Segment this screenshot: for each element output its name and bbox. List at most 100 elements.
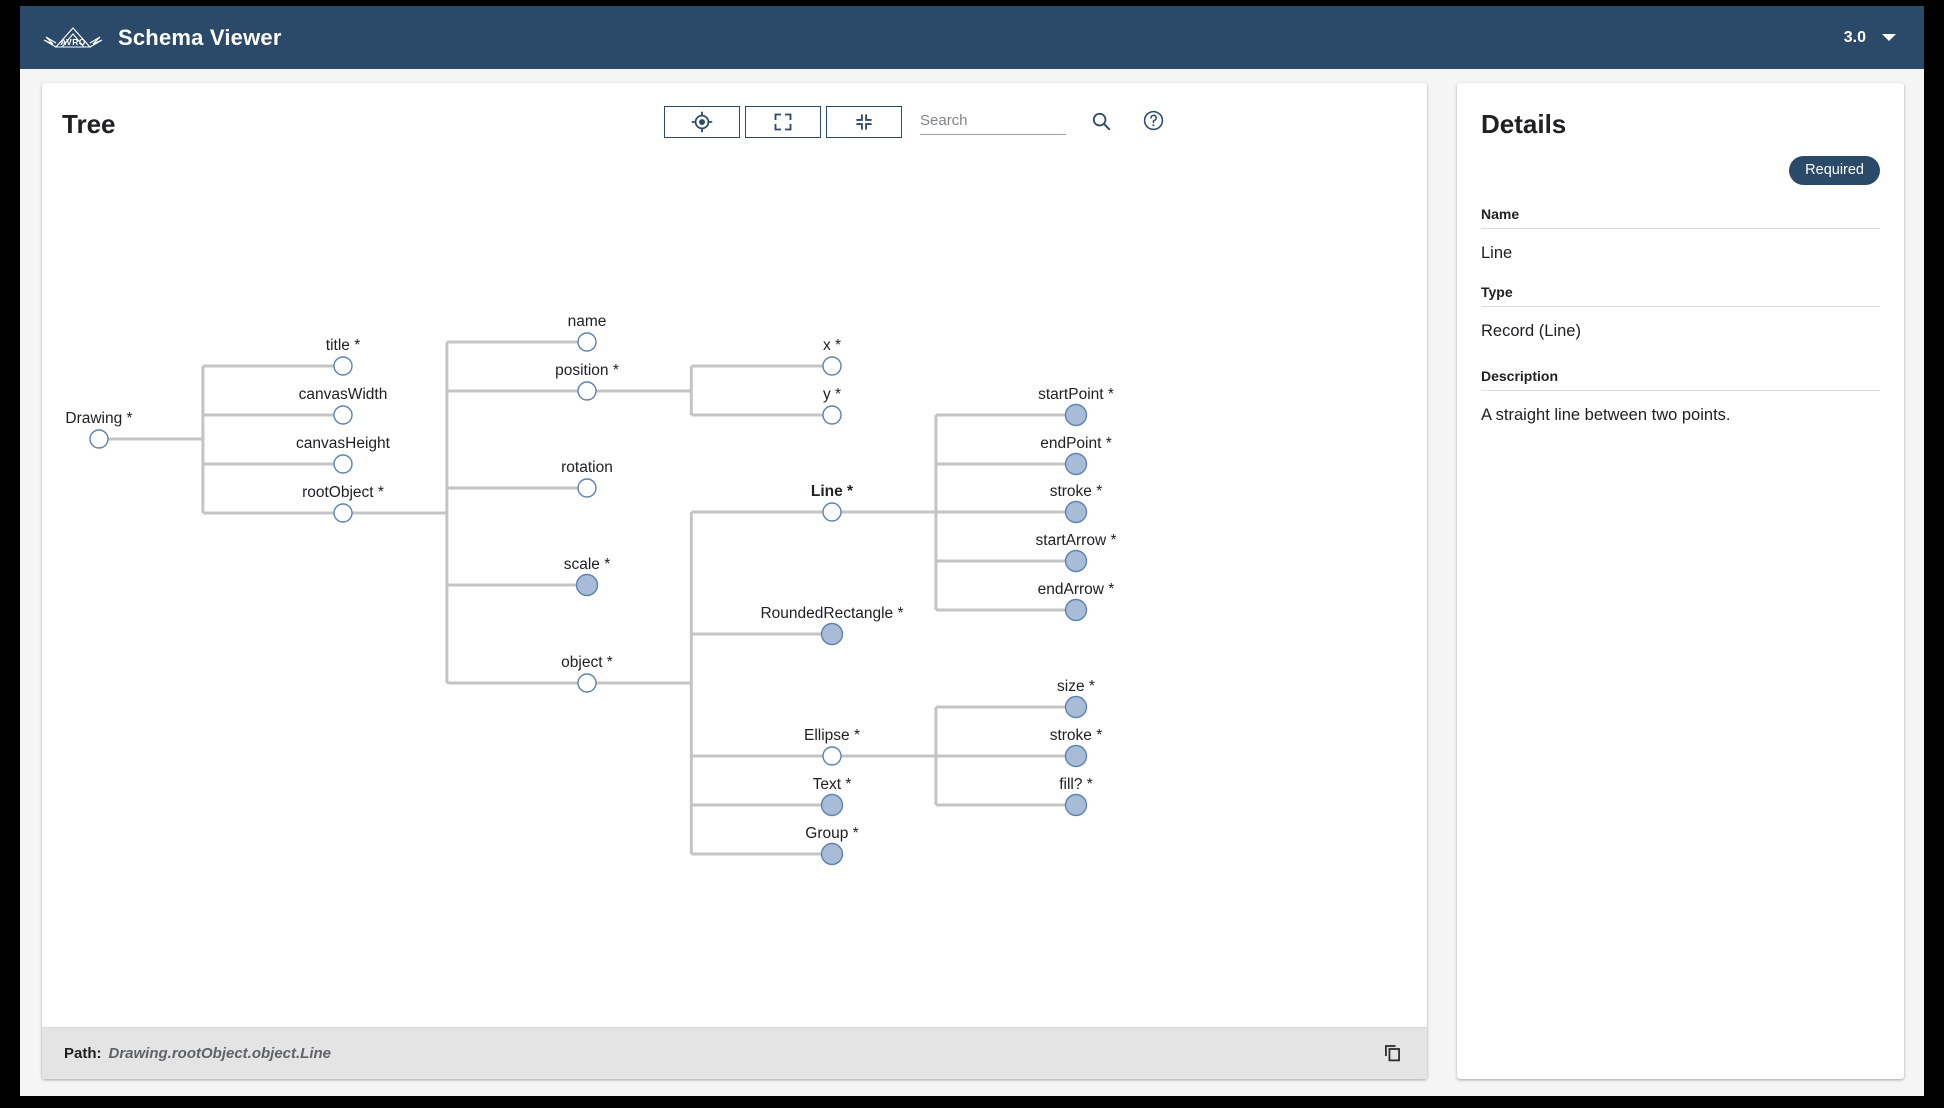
tree-node-label: canvasHeight [296, 435, 391, 452]
tree-node-label: object * [561, 654, 613, 671]
tree-node-circle[interactable] [1066, 502, 1087, 523]
copy-path-button[interactable] [1375, 1037, 1409, 1071]
tree-node-rotation[interactable]: rotation [561, 459, 613, 497]
tree-node-object[interactable]: object * [561, 654, 613, 692]
tree-node-circle[interactable] [334, 357, 352, 375]
tree-node-circle[interactable] [90, 430, 108, 448]
tree-node-endArrow[interactable]: endArrow * [1038, 581, 1115, 621]
tree-node-x[interactable]: x * [823, 337, 841, 375]
details-field-description: Description A straight line between two … [1481, 368, 1880, 425]
tree-node-label: size * [1057, 678, 1095, 695]
tree-node-circle[interactable] [822, 624, 843, 645]
tree-node-name[interactable]: name [568, 313, 607, 351]
copy-icon [1382, 1042, 1403, 1066]
details-field-type: Type Record (Line) [1481, 284, 1880, 341]
tree-node-fill[interactable]: fill? * [1059, 776, 1093, 816]
tree-node-size[interactable]: size * [1057, 678, 1095, 718]
tree-node-stroke2[interactable]: stroke * [1050, 727, 1103, 767]
tree-node-label: name [568, 313, 607, 330]
center-view-button[interactable] [664, 106, 740, 138]
tree-node-circle[interactable] [578, 382, 596, 400]
tree-node-circle[interactable] [823, 747, 841, 765]
tree-node-rootObject[interactable]: rootObject * [302, 484, 384, 522]
path-value: Drawing.rootObject.object.Line [109, 1045, 332, 1062]
path-label: Path: [64, 1045, 102, 1062]
tree-node-circle[interactable] [823, 406, 841, 424]
tree-node-circle[interactable] [1066, 600, 1087, 621]
collapse-all-button[interactable] [826, 106, 902, 138]
tree-links-layer [108, 342, 1067, 854]
tree-node-Ellipse[interactable]: Ellipse * [804, 727, 860, 765]
status-badge: Required [1789, 156, 1880, 185]
tree-node-label: Drawing * [65, 410, 132, 427]
tree-panel: Tree [42, 83, 1427, 1079]
tree-node-circle[interactable] [822, 844, 843, 865]
tree-node-title[interactable]: title * [326, 337, 360, 375]
tree-node-label: fill? * [1059, 776, 1093, 793]
tree-node-position[interactable]: position * [555, 362, 619, 400]
tree-node-canvasWidth[interactable]: canvasWidth [299, 386, 388, 424]
tree-node-canvasHeight[interactable]: canvasHeight [296, 435, 391, 473]
avro-wings-logo-icon: AVRO [42, 21, 104, 55]
tree-node-startPoint[interactable]: startPoint * [1038, 386, 1114, 426]
tree-node-circle[interactable] [1066, 746, 1087, 767]
tree-graph[interactable]: Drawing * title * canvasWidth canvasHeight r… [42, 161, 1427, 1027]
tree-toolbar [664, 105, 1170, 139]
tree-node-circle[interactable] [578, 479, 596, 497]
tree-node-Line[interactable]: Line * [811, 483, 854, 521]
tree-node-circle[interactable] [577, 575, 598, 596]
tree-node-stroke[interactable]: stroke * [1050, 483, 1103, 523]
tree-node-label: Ellipse * [804, 727, 860, 744]
tree-node-circle[interactable] [334, 406, 352, 424]
version-label: 3.0 [1844, 29, 1866, 47]
tree-node-Text[interactable]: Text * [813, 776, 852, 816]
tree-node-circle[interactable] [1066, 454, 1087, 475]
tree-node-circle[interactable] [1066, 697, 1087, 718]
tree-node-label: endArrow * [1038, 581, 1115, 598]
tree-nodes-layer: Drawing * title * canvasWidth canvasHeight r… [65, 313, 1116, 865]
svg-text:AVRO: AVRO [60, 37, 86, 47]
tree-node-Drawing[interactable]: Drawing * [65, 410, 132, 448]
tree-node-circle[interactable] [578, 333, 596, 351]
field-value: Record (Line) [1481, 307, 1880, 341]
tree-node-label: startArrow * [1036, 532, 1117, 549]
tree-node-circle[interactable] [823, 357, 841, 375]
tree-header: Tree [42, 83, 1427, 161]
tree-node-label: rootObject * [302, 484, 384, 501]
expand-all-button[interactable] [745, 106, 821, 138]
details-panel-title: Details [1481, 109, 1880, 140]
tree-node-circle[interactable] [823, 503, 841, 521]
tree-node-RoundedRectangle[interactable]: RoundedRectangle * [760, 605, 903, 645]
tree-canvas[interactable]: Drawing * title * canvasWidth canvasHeight r… [42, 161, 1427, 1027]
tree-node-label: stroke * [1050, 727, 1103, 744]
search-field-wrapper [920, 110, 1066, 135]
help-circle-icon [1142, 109, 1165, 135]
tree-node-circle[interactable] [578, 674, 596, 692]
tree-node-circle[interactable] [1066, 795, 1087, 816]
tree-node-scale[interactable]: scale * [564, 556, 611, 596]
tree-node-endPoint[interactable]: endPoint * [1040, 435, 1112, 475]
tree-node-label: endPoint * [1040, 435, 1112, 452]
tree-node-label: position * [555, 362, 619, 379]
tree-panel-title: Tree [62, 109, 116, 140]
version-selector[interactable]: 3.0 [1844, 29, 1902, 47]
expand-corners-icon [773, 112, 793, 132]
tree-node-circle[interactable] [1066, 405, 1087, 426]
tree-node-circle[interactable] [334, 504, 352, 522]
path-bar: Path: Drawing.rootObject.object.Line [42, 1027, 1427, 1079]
tree-node-Group[interactable]: Group * [805, 825, 858, 865]
tree-node-startArrow[interactable]: startArrow * [1036, 532, 1117, 572]
tree-node-y[interactable]: y * [823, 386, 841, 424]
search-input[interactable] [920, 110, 1066, 135]
tree-node-label: rotation [561, 459, 613, 476]
help-button[interactable] [1136, 105, 1170, 139]
tree-node-label: Line * [811, 483, 854, 500]
search-submit-button[interactable] [1084, 105, 1118, 139]
tree-node-label: stroke * [1050, 483, 1103, 500]
tree-node-label: RoundedRectangle * [760, 605, 903, 622]
tree-node-circle[interactable] [1066, 551, 1087, 572]
details-field-name: Name Line [1481, 206, 1880, 263]
tree-node-circle[interactable] [334, 455, 352, 473]
badge-row: Required [1481, 156, 1880, 185]
tree-node-circle[interactable] [822, 795, 843, 816]
